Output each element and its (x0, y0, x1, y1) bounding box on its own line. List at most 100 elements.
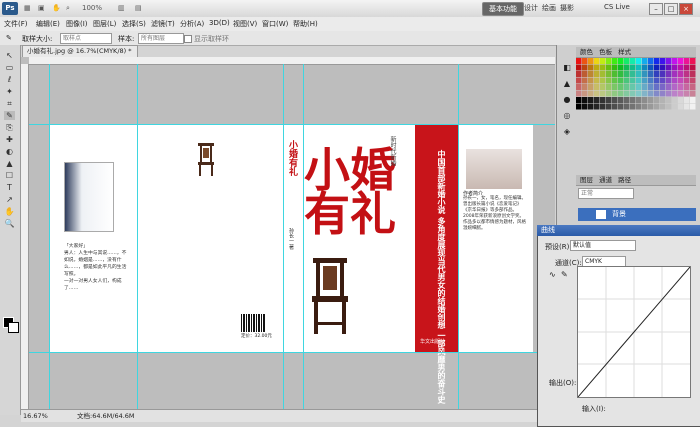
swatch[interactable] (618, 90, 624, 97)
layer-name[interactable]: 背景 (612, 208, 626, 221)
swatch[interactable] (636, 103, 642, 110)
swatch[interactable] (606, 84, 612, 90)
hand-tool-icon[interactable]: ✋ (4, 207, 15, 216)
tab-swatches[interactable]: 色板 (599, 48, 612, 56)
adjust-panel-icon[interactable]: ▲ (561, 76, 573, 92)
swatch[interactable] (660, 90, 666, 97)
swatch[interactable] (648, 103, 654, 110)
swatch[interactable] (636, 58, 642, 64)
swatch[interactable] (642, 84, 648, 90)
swatch[interactable] (672, 84, 678, 90)
swatch[interactable] (576, 64, 582, 71)
sample-size-select[interactable]: 取样点 (60, 33, 112, 44)
swatch[interactable] (618, 71, 624, 77)
minibridge-icon[interactable]: ▣ (38, 2, 45, 15)
crop-tool-icon[interactable]: ⌗ (4, 99, 15, 108)
swatch[interactable] (600, 103, 606, 110)
swatch[interactable] (642, 77, 648, 84)
swatch[interactable] (576, 84, 582, 90)
screen-mode-icon[interactable]: ▤ (135, 2, 142, 15)
menu-image[interactable]: 图像(I) (66, 19, 88, 29)
swatch[interactable] (654, 90, 660, 97)
tab-layers[interactable]: 图层 (580, 176, 593, 184)
swatch[interactable] (594, 58, 600, 64)
zoom-select[interactable]: 100% (82, 2, 112, 15)
swatch[interactable] (600, 64, 606, 71)
tab-styles[interactable]: 样式 (618, 48, 631, 56)
swatch[interactable] (654, 71, 660, 77)
menu-3d[interactable]: 3D(D) (209, 19, 230, 27)
path-select-tool-icon[interactable]: ↗ (4, 195, 15, 204)
swatch[interactable] (588, 90, 594, 97)
swatch[interactable] (612, 71, 618, 77)
marquee-tool-icon[interactable]: ▭ (4, 63, 15, 72)
workspace-tab[interactable]: 摄影 (560, 3, 574, 13)
preset-select[interactable]: 默认值 (570, 240, 636, 251)
swatch[interactable] (690, 103, 696, 110)
swatch[interactable] (666, 64, 672, 71)
swatch[interactable] (660, 84, 666, 90)
swatch[interactable] (630, 58, 636, 64)
swatch[interactable] (654, 64, 660, 71)
swatch[interactable] (630, 103, 636, 110)
swatch[interactable] (576, 103, 582, 110)
swatch[interactable] (606, 64, 612, 71)
swatch[interactable] (690, 58, 696, 64)
swatch[interactable] (588, 103, 594, 110)
swatch[interactable] (618, 84, 624, 90)
swatch[interactable] (648, 64, 654, 71)
document-tab[interactable]: 小婚有礼.jpg @ 16.7%(CMYK/8) * (22, 45, 138, 57)
tab-color[interactable]: 颜色 (580, 48, 593, 56)
swatch[interactable] (594, 97, 600, 103)
maximize-button[interactable]: □ (664, 3, 678, 15)
swatch[interactable] (630, 97, 636, 103)
zoom-level[interactable]: 16.67% (23, 410, 48, 422)
swatch[interactable] (690, 64, 696, 71)
swatch[interactable] (654, 103, 660, 110)
swatch[interactable] (660, 71, 666, 77)
swatch[interactable] (642, 97, 648, 103)
swatch[interactable] (690, 84, 696, 90)
swatch[interactable] (666, 97, 672, 103)
swatch[interactable] (648, 90, 654, 97)
swatches-grid[interactable] (576, 58, 696, 110)
blur-tool-icon[interactable]: ▲ (4, 159, 15, 168)
menu-filter[interactable]: 滤镜(T) (151, 19, 175, 29)
swatch[interactable] (678, 97, 684, 103)
menu-edit[interactable]: 编辑(E) (36, 19, 60, 29)
blend-mode-select[interactable]: 正常 (578, 188, 634, 199)
swatch[interactable] (576, 97, 582, 103)
swatch[interactable] (588, 71, 594, 77)
swatch[interactable] (660, 58, 666, 64)
vertical-ruler[interactable] (21, 64, 29, 409)
swatch[interactable] (654, 97, 660, 103)
swatch[interactable] (642, 71, 648, 77)
swatch[interactable] (690, 97, 696, 103)
stamp-tool-icon[interactable]: ⎘ (4, 123, 15, 132)
swatch[interactable] (606, 97, 612, 103)
swatch[interactable] (612, 97, 618, 103)
channel-icon[interactable]: ◈ (561, 124, 573, 140)
swatch[interactable] (606, 90, 612, 97)
menu-help[interactable]: 帮助(H) (293, 19, 318, 29)
background-color-swatch[interactable] (8, 322, 19, 333)
swatch[interactable] (588, 58, 594, 64)
swatch[interactable] (624, 103, 630, 110)
hand-icon[interactable]: ✋ (52, 2, 61, 15)
swatch[interactable] (624, 71, 630, 77)
swatch[interactable] (642, 64, 648, 71)
curve-point-tool-icon[interactable]: ∿ (549, 270, 556, 279)
swatch[interactable] (660, 97, 666, 103)
swatch[interactable] (606, 77, 612, 84)
swatch[interactable] (636, 84, 642, 90)
swatch[interactable] (582, 97, 588, 103)
swatch[interactable] (594, 64, 600, 71)
menu-select[interactable]: 选择(S) (122, 19, 146, 29)
pencil-icon[interactable]: ✎ (561, 270, 568, 279)
eyedropper-icon[interactable]: ✎ (6, 34, 12, 42)
swatch[interactable] (666, 71, 672, 77)
swatch[interactable] (636, 90, 642, 97)
swatch[interactable] (648, 77, 654, 84)
swatch[interactable] (576, 77, 582, 84)
swatch[interactable] (678, 71, 684, 77)
